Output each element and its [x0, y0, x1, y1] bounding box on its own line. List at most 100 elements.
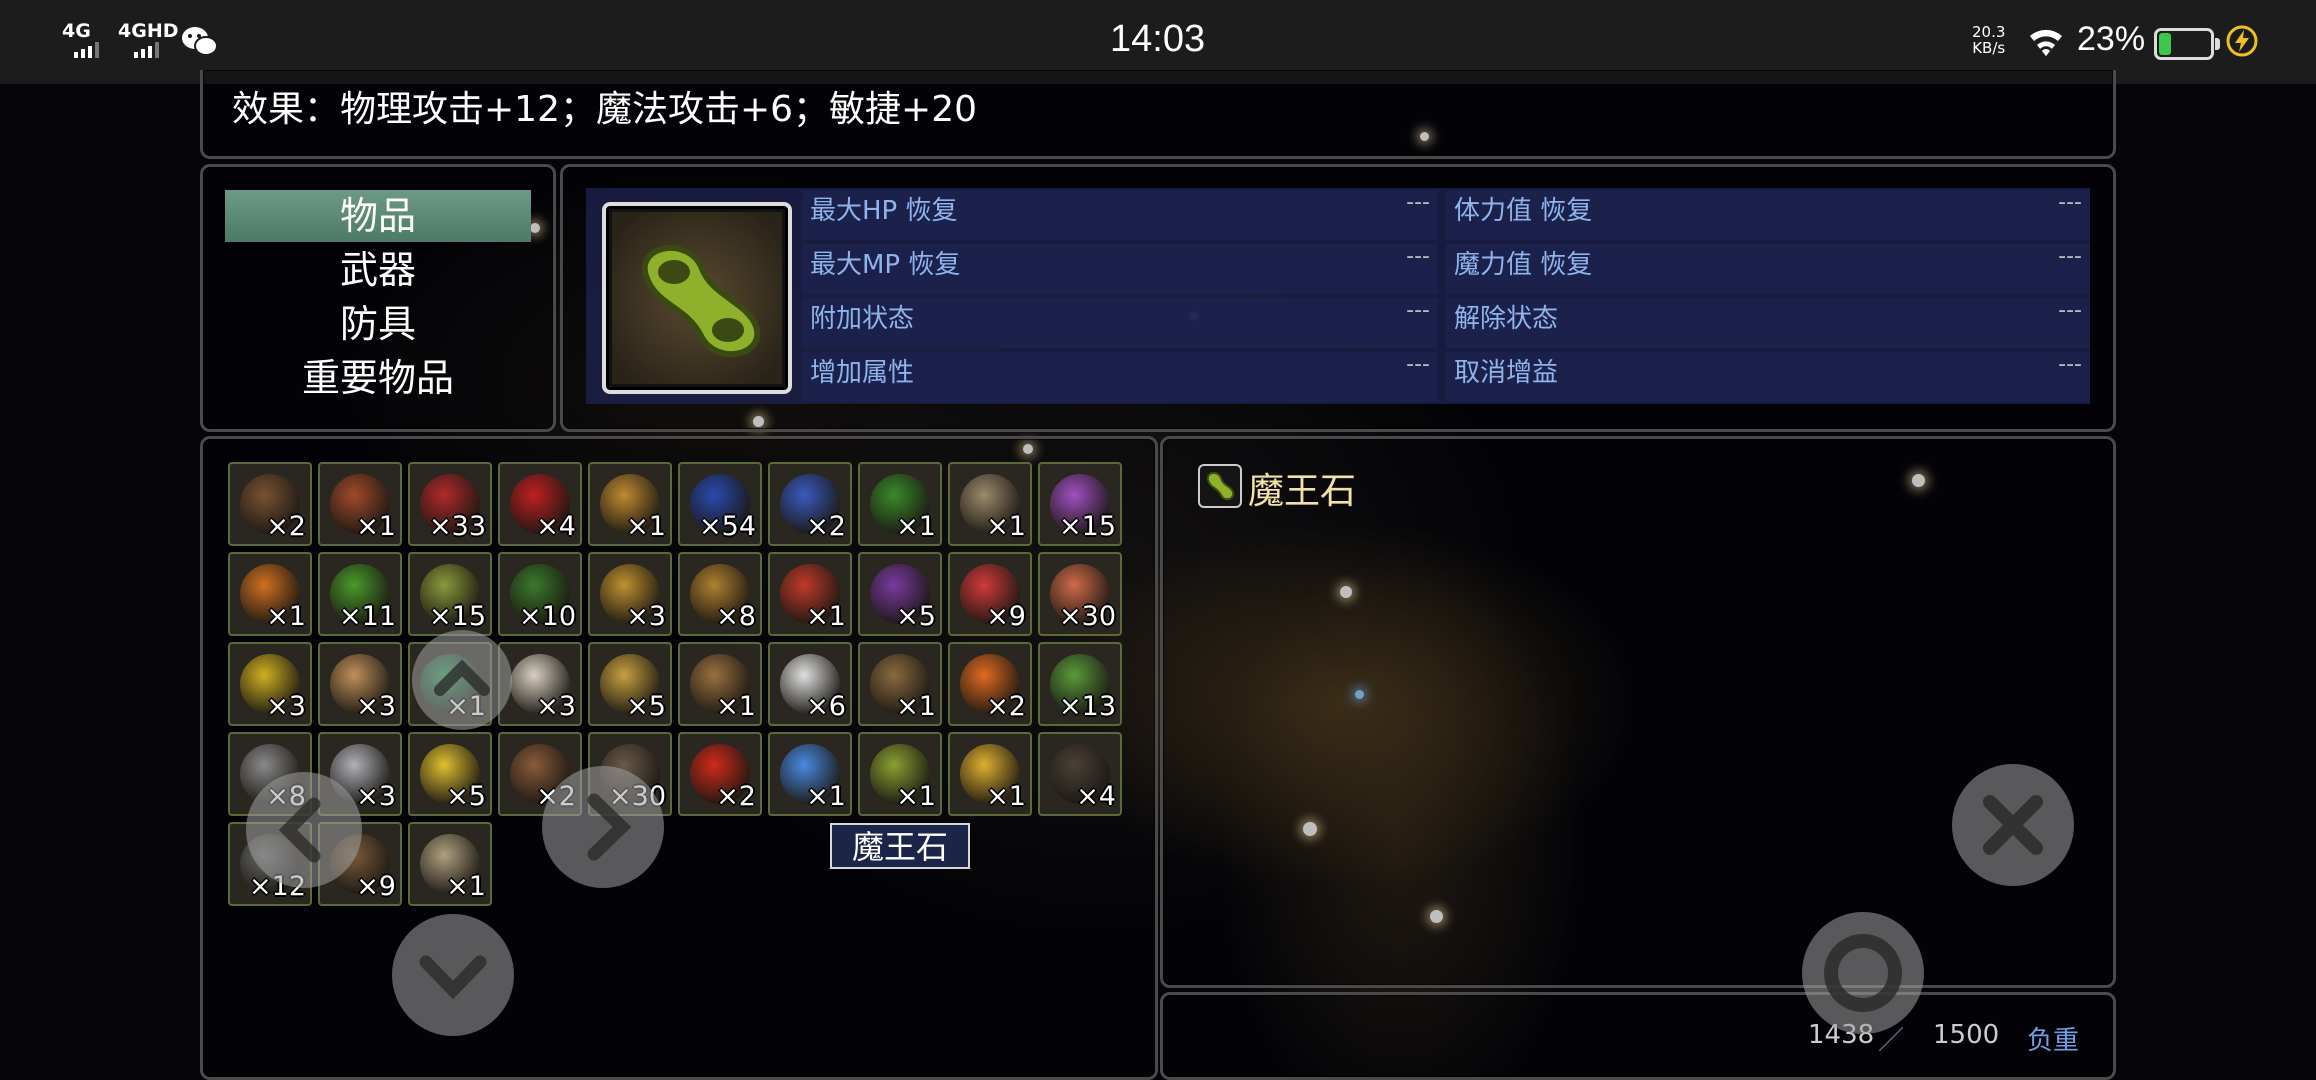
inventory-slot[interactable]: ×1	[408, 822, 492, 906]
speed-unit: KB/s	[1972, 39, 2006, 57]
down-arrow-button[interactable]	[392, 914, 514, 1036]
stat-row: 魔力值 恢复 ---	[1446, 244, 2090, 294]
confirm-button[interactable]	[1802, 912, 1924, 1034]
stat-label: 取消增益	[1454, 358, 1559, 388]
stat-label: 最大HP 恢复	[810, 196, 958, 226]
selected-item-icon	[602, 202, 792, 394]
up-arrow-button[interactable]	[412, 630, 512, 730]
item-quantity: ×15	[1059, 511, 1116, 542]
item-quantity: ×3	[626, 601, 666, 632]
inventory-slot[interactable]: ×1	[858, 462, 942, 546]
wechat-icon	[180, 24, 220, 62]
item-quantity: ×5	[896, 601, 936, 632]
inventory-slot[interactable]: ×2	[228, 462, 312, 546]
chevron-down-icon	[419, 955, 487, 1000]
inventory-slot[interactable]: ×15	[408, 552, 492, 636]
stat-value: ---	[1406, 298, 1430, 323]
inventory-slot[interactable]: ×3	[318, 642, 402, 726]
weight-label: 负重	[2027, 1026, 2080, 1056]
item-detail-panel	[1160, 436, 2116, 988]
stat-value: ---	[2058, 190, 2082, 215]
item-quantity: ×5	[446, 781, 486, 812]
stat-row: 体力值 恢复 ---	[1446, 190, 2090, 240]
clock: 14:03	[1110, 18, 1206, 60]
stat-label: 最大MP 恢复	[810, 250, 961, 280]
detail-item-name: 魔王石	[1248, 471, 1357, 512]
inventory-slot[interactable]: ×4	[498, 462, 582, 546]
stat-row: 最大HP 恢复 ---	[802, 190, 1438, 240]
chevron-left-icon	[278, 797, 321, 863]
inventory-slot[interactable]: ×2	[768, 462, 852, 546]
inventory-slot[interactable]: ×1	[948, 732, 1032, 816]
item-quantity: ×2	[986, 691, 1026, 722]
network-speed: 20.3 KB/s	[1972, 24, 2005, 56]
category-armor[interactable]: 防具	[225, 298, 531, 350]
inventory-slot[interactable]: ×2	[948, 642, 1032, 726]
inventory-slot[interactable]: ×1	[318, 462, 402, 546]
inventory-slot[interactable]: ×33	[408, 462, 492, 546]
network-label: 4GHD	[118, 20, 179, 42]
item-quantity: ×2	[266, 511, 306, 542]
item-quantity: ×1	[716, 691, 756, 722]
inventory-slot[interactable]: ×1	[948, 462, 1032, 546]
item-quantity: ×10	[519, 601, 576, 632]
inventory-slot[interactable]: ×1	[228, 552, 312, 636]
inventory-slot[interactable]: ×5	[858, 552, 942, 636]
stat-value: ---	[1406, 244, 1430, 269]
item-quantity: ×5	[626, 691, 666, 722]
inventory-slot[interactable]: ×15	[1038, 462, 1122, 546]
category-key-items[interactable]: 重要物品	[225, 352, 531, 404]
item-quantity: ×1	[266, 601, 306, 632]
inventory-slot[interactable]: ×1	[588, 462, 672, 546]
inventory-slot[interactable]: ×9	[948, 552, 1032, 636]
chevron-up-icon	[434, 659, 490, 696]
inventory-slot[interactable]: ×30	[1038, 552, 1122, 636]
inventory-slot[interactable]: ×5	[408, 732, 492, 816]
battery-icon	[2154, 28, 2220, 60]
circle-icon	[1824, 934, 1902, 1012]
inventory-slot[interactable]: ×4	[1038, 732, 1122, 816]
item-quantity: ×2	[716, 781, 756, 812]
inventory-slot[interactable]: ×13	[1038, 642, 1122, 726]
stat-label: 解除状态	[1454, 304, 1559, 334]
stat-value: ---	[1406, 352, 1430, 377]
item-quantity: ×9	[986, 601, 1026, 632]
stat-value: ---	[2058, 298, 2082, 323]
right-arrow-button[interactable]	[542, 766, 664, 888]
item-quantity: ×1	[626, 511, 666, 542]
inventory-slot[interactable]: ×3	[228, 642, 312, 726]
stat-label: 附加状态	[810, 304, 915, 334]
item-quantity: ×11	[339, 601, 396, 632]
speed-value: 20.3	[1972, 23, 2006, 41]
item-quantity: ×3	[536, 691, 576, 722]
item-quantity: ×3	[266, 691, 306, 722]
inventory-slot[interactable]: ×1	[768, 732, 852, 816]
inventory-slot[interactable]: ×1	[858, 642, 942, 726]
inventory-slot[interactable]: ×1	[768, 552, 852, 636]
left-arrow-button[interactable]	[246, 772, 362, 888]
inventory-slot[interactable]: ×1	[678, 642, 762, 726]
item-quantity: ×13	[1059, 691, 1116, 722]
inventory-slot[interactable]: ×6	[768, 642, 852, 726]
item-quantity: ×8	[716, 601, 756, 632]
inventory-slot[interactable]: ×1	[858, 732, 942, 816]
item-quantity: ×1	[896, 691, 936, 722]
inventory-slot[interactable]: ×11	[318, 552, 402, 636]
battery-level	[2159, 33, 2171, 55]
item-quantity: ×2	[806, 511, 846, 542]
inventory-slot[interactable]: ×10	[498, 552, 582, 636]
item-quantity: ×1	[806, 601, 846, 632]
close-button[interactable]	[1952, 764, 2074, 886]
item-quantity: ×1	[806, 781, 846, 812]
stat-row: 解除状态 ---	[1446, 298, 2090, 348]
close-icon	[1983, 795, 2043, 855]
stat-label: 体力值 恢复	[1454, 196, 1593, 226]
inventory-slot[interactable]: ×3	[588, 552, 672, 636]
inventory-slot[interactable]: ×5	[588, 642, 672, 726]
category-items[interactable]: 物品	[225, 190, 531, 242]
inventory-slot[interactable]: ×54	[678, 462, 762, 546]
category-weapons[interactable]: 武器	[225, 244, 531, 296]
inventory-slot[interactable]: ×8	[678, 552, 762, 636]
inventory-slot[interactable]: ×2	[678, 732, 762, 816]
item-quantity: ×4	[1076, 781, 1116, 812]
